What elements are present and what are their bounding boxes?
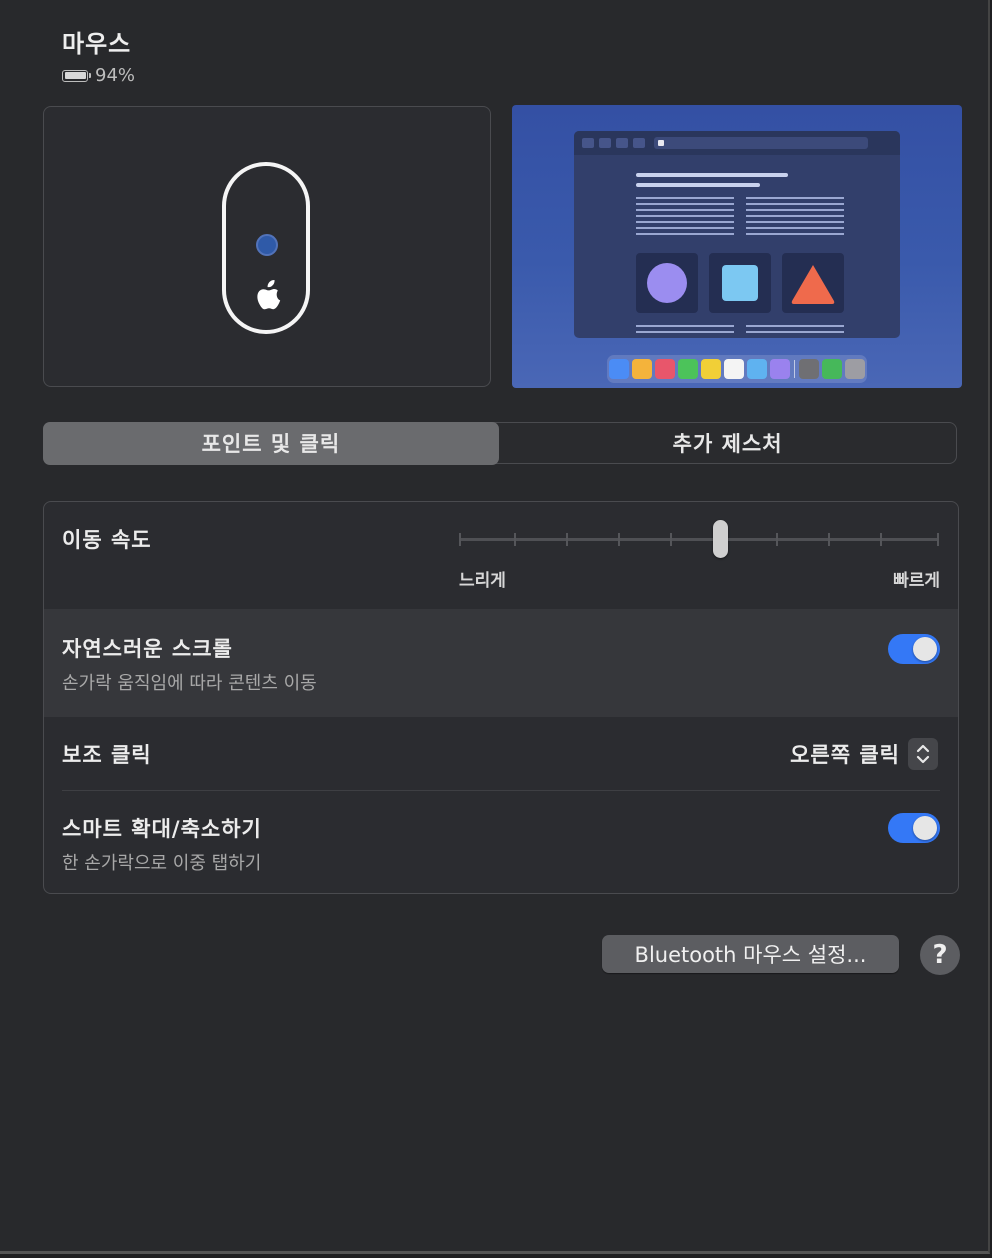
smart-zoom-toggle[interactable] — [888, 813, 940, 843]
natural-scroll-description: 손가락 움직임에 따라 콘텐츠 이동 — [62, 673, 317, 694]
desktop-preview — [512, 105, 962, 388]
battery-status: 94% — [62, 65, 135, 86]
preview-square-tile — [709, 253, 771, 313]
battery-level: 94% — [95, 65, 136, 86]
device-title: 마우스 — [62, 30, 132, 58]
magic-mouse-icon — [222, 162, 310, 334]
natural-scroll-toggle[interactable] — [888, 634, 940, 664]
tab-more-gestures[interactable]: 추가 제스처 — [499, 423, 956, 463]
device-header: 마우스 94% — [62, 24, 135, 86]
tab-switcher: 포인트 및 클릭 추가 제스처 — [42, 421, 957, 465]
tracking-speed-label: 이동 속도 — [62, 528, 152, 552]
smart-zoom-label: 스마트 확대/축소하기 — [62, 817, 262, 841]
settings-window: 마우스 94% 포인트 및 클릭 추가 제스처 이동 속도 느리게 빠르게 자연… — [0, 0, 990, 1254]
secondary-click-value: 오른쪽 클릭 — [790, 743, 900, 767]
tracking-speed-slider[interactable] — [459, 533, 939, 546]
apple-logo-icon — [257, 279, 281, 310]
mouse-preview — [43, 106, 491, 387]
touch-indicator-dot — [256, 234, 278, 256]
help-button[interactable]: ? — [920, 935, 960, 975]
preview-triangle-tile — [782, 253, 844, 313]
smart-zoom-row: 스마트 확대/축소하기 한 손가락으로 이중 탭하기 — [44, 791, 958, 893]
settings-panel: 이동 속도 느리게 빠르게 자연스러운 스크롤 손가락 움직임에 따라 콘텐츠 … — [43, 501, 959, 894]
slider-knob[interactable] — [713, 520, 729, 558]
tab-point-and-click[interactable]: 포인트 및 클릭 — [42, 421, 500, 465]
chevron-up-down-icon[interactable] — [908, 738, 938, 770]
preview-circle-tile — [636, 253, 698, 313]
slider-min-label: 느리게 — [459, 571, 506, 591]
preview-dock — [607, 355, 867, 383]
slider-max-label: 빠르게 — [893, 571, 940, 591]
tracking-speed-row: 이동 속도 느리게 빠르게 — [44, 502, 958, 609]
natural-scroll-row: 자연스러운 스크롤 손가락 움직임에 따라 콘텐츠 이동 — [44, 609, 958, 717]
secondary-click-popup[interactable]: 오른쪽 클릭 — [790, 738, 938, 770]
natural-scroll-label: 자연스러운 스크롤 — [62, 637, 233, 661]
battery-icon — [62, 69, 88, 82]
bluetooth-mouse-settings-button[interactable]: Bluetooth 마우스 설정... — [602, 935, 899, 973]
smart-zoom-description: 한 손가락으로 이중 탭하기 — [62, 853, 262, 874]
preview-browser-window — [574, 131, 900, 338]
secondary-click-label: 보조 클릭 — [62, 743, 152, 767]
